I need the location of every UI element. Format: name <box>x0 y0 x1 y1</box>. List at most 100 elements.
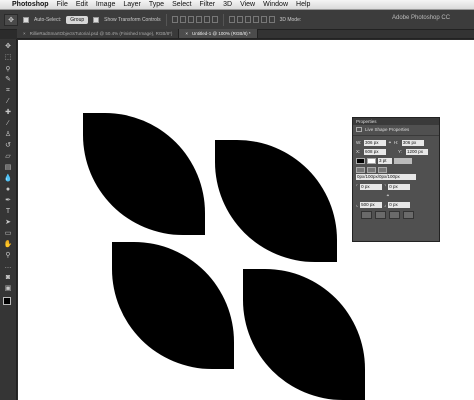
menu-select[interactable]: Select <box>172 1 191 8</box>
pen-tool-icon[interactable]: ✒ <box>2 196 14 205</box>
stroke-corner-icon[interactable] <box>378 166 387 173</box>
corner-br-field[interactable]: 0 px <box>388 201 411 208</box>
path-combine-button[interactable] <box>361 211 372 219</box>
corner-bottom-row: ⌞ 500 px ⌟ 0 px <box>353 200 439 209</box>
tab-close-icon[interactable]: × <box>23 31 26 36</box>
y-field[interactable]: 1200 px <box>406 148 428 155</box>
path-subtract-button[interactable] <box>375 211 386 219</box>
tab-close-icon[interactable]: × <box>185 31 188 36</box>
eraser-tool-icon[interactable]: ▱ <box>2 152 14 161</box>
petal-shape[interactable] <box>243 269 365 400</box>
stroke-cap-icon[interactable] <box>367 166 376 173</box>
zoom-tool-icon[interactable]: ⚲ <box>2 251 14 260</box>
stroke-type-dropdown[interactable] <box>394 157 412 164</box>
stamp-tool-icon[interactable]: ♙ <box>2 130 14 139</box>
tab-document-1[interactable]: × RillieRadSmartObjectsTutorial.psd @ 50… <box>17 29 180 38</box>
screen-mode-icon[interactable]: ▣ <box>2 284 14 293</box>
live-shape-icon <box>356 126 362 132</box>
panel-header-label: Live Shape Properties <box>365 126 410 132</box>
corner-tl-field[interactable]: 0 px <box>360 183 383 190</box>
petal-shape[interactable] <box>215 140 337 262</box>
corner-link-icon[interactable]: ⚭ <box>386 193 390 199</box>
hand-tool-icon[interactable]: ✋ <box>2 240 14 249</box>
menu-help[interactable]: Help <box>296 1 310 8</box>
lasso-tool-icon[interactable]: ϙ <box>2 64 14 73</box>
corner-br-icon: ⌟ <box>384 201 387 207</box>
menu-window[interactable]: Window <box>263 1 288 8</box>
fill-swatch[interactable] <box>356 157 365 164</box>
corner-tr-icon: ⌝ <box>384 183 387 189</box>
gradient-tool-icon[interactable]: ▤ <box>2 163 14 172</box>
show-transform-checkbox[interactable] <box>93 16 100 23</box>
corner-bl-field[interactable]: 500 px <box>360 201 383 208</box>
height-field[interactable]: 306 px <box>401 139 424 146</box>
align-center-icon[interactable] <box>203 16 210 23</box>
auto-select-dropdown[interactable]: Group <box>66 15 89 24</box>
align-middle-icon[interactable] <box>179 16 186 23</box>
healing-tool-icon[interactable]: ✚ <box>2 108 14 117</box>
menu-image[interactable]: Image <box>96 1 115 8</box>
distribute-middle-icon[interactable] <box>236 16 243 23</box>
menu-file[interactable]: File <box>57 1 68 8</box>
position-row: X: 608 px Y: 1200 px <box>353 147 439 156</box>
corner-tr-field[interactable]: 0 px <box>388 183 411 190</box>
fill-stroke-row: 3 pt <box>353 156 439 165</box>
width-field[interactable]: 306 px <box>364 139 386 146</box>
distribute-left-icon[interactable] <box>252 16 259 23</box>
distribute-center-icon[interactable] <box>260 16 267 23</box>
auto-select-label: Auto-Select: <box>34 16 62 23</box>
more-tools-icon[interactable]: … <box>2 262 14 271</box>
x-label: X: <box>356 149 361 154</box>
menu-view[interactable]: View <box>240 1 255 8</box>
crop-tool-icon[interactable]: ⌗ <box>2 86 14 95</box>
tab-label: Untitled-1 @ 100% (RGB/8) * <box>192 31 251 36</box>
align-left-icon[interactable] <box>195 16 202 23</box>
distribute-top-icon[interactable] <box>228 16 235 23</box>
panel-header: Live Shape Properties <box>353 125 439 133</box>
tab-label: RillieRadSmartObjectsTutorial.psd @ 50.4… <box>29 31 173 36</box>
path-exclude-button[interactable] <box>403 211 414 219</box>
petal-shape[interactable] <box>83 113 205 235</box>
move-tool-icon[interactable]: ✥ <box>2 42 14 51</box>
align-right-icon[interactable] <box>211 16 218 23</box>
dodge-tool-icon[interactable]: ● <box>2 185 14 194</box>
window-title: Adobe Photoshop CC <box>392 15 451 21</box>
distribute-right-icon[interactable] <box>268 16 275 23</box>
type-tool-icon[interactable]: T <box>2 207 14 216</box>
menu-3d[interactable]: 3D <box>223 1 232 8</box>
width-label: W: <box>356 140 362 145</box>
x-field[interactable]: 608 px <box>364 148 386 155</box>
distribute-bottom-icon[interactable] <box>244 16 251 23</box>
auto-select-checkbox[interactable] <box>23 16 29 23</box>
corner-link-row: ⚭ <box>353 191 439 200</box>
y-label: Y: <box>398 149 403 154</box>
marquee-tool-icon[interactable]: ⬚ <box>2 53 14 62</box>
menu-layer[interactable]: Layer <box>123 1 141 8</box>
app-menu[interactable]: Photoshop <box>12 1 49 8</box>
foreground-color-swatch[interactable] <box>3 297 11 305</box>
stroke-align-icon[interactable] <box>356 166 365 173</box>
quick-select-tool-icon[interactable]: ✎ <box>2 75 14 84</box>
divider <box>222 13 224 26</box>
path-select-tool-icon[interactable]: ➤ <box>2 218 14 227</box>
link-icon[interactable]: ⚭ <box>388 140 392 146</box>
brush-tool-icon[interactable]: ∕ <box>2 119 14 128</box>
move-tool-preset-icon[interactable]: ✥ <box>4 13 18 26</box>
eyedropper-tool-icon[interactable]: ⁄ <box>2 97 14 106</box>
quick-mask-icon[interactable]: ◙ <box>2 273 14 282</box>
stroke-width-field[interactable]: 3 pt <box>378 157 392 164</box>
petal-shape[interactable] <box>112 242 234 369</box>
shape-tool-icon[interactable]: ▭ <box>2 229 14 238</box>
stroke-swatch[interactable] <box>367 157 376 164</box>
blur-tool-icon[interactable]: 💧 <box>2 174 14 183</box>
history-brush-tool-icon[interactable]: ↺ <box>2 141 14 150</box>
align-top-icon[interactable] <box>171 16 178 23</box>
menu-type[interactable]: Type <box>149 1 164 8</box>
tab-document-2[interactable]: × Untitled-1 @ 100% (RGB/8) * <box>179 29 258 38</box>
menu-edit[interactable]: Edit <box>76 1 88 8</box>
path-intersect-button[interactable] <box>389 211 400 219</box>
align-bottom-icon[interactable] <box>187 16 194 23</box>
corner-radius-field[interactable]: 0px/100px/0px/100px <box>356 174 416 180</box>
divider <box>353 135 439 136</box>
menu-filter[interactable]: Filter <box>200 1 216 8</box>
